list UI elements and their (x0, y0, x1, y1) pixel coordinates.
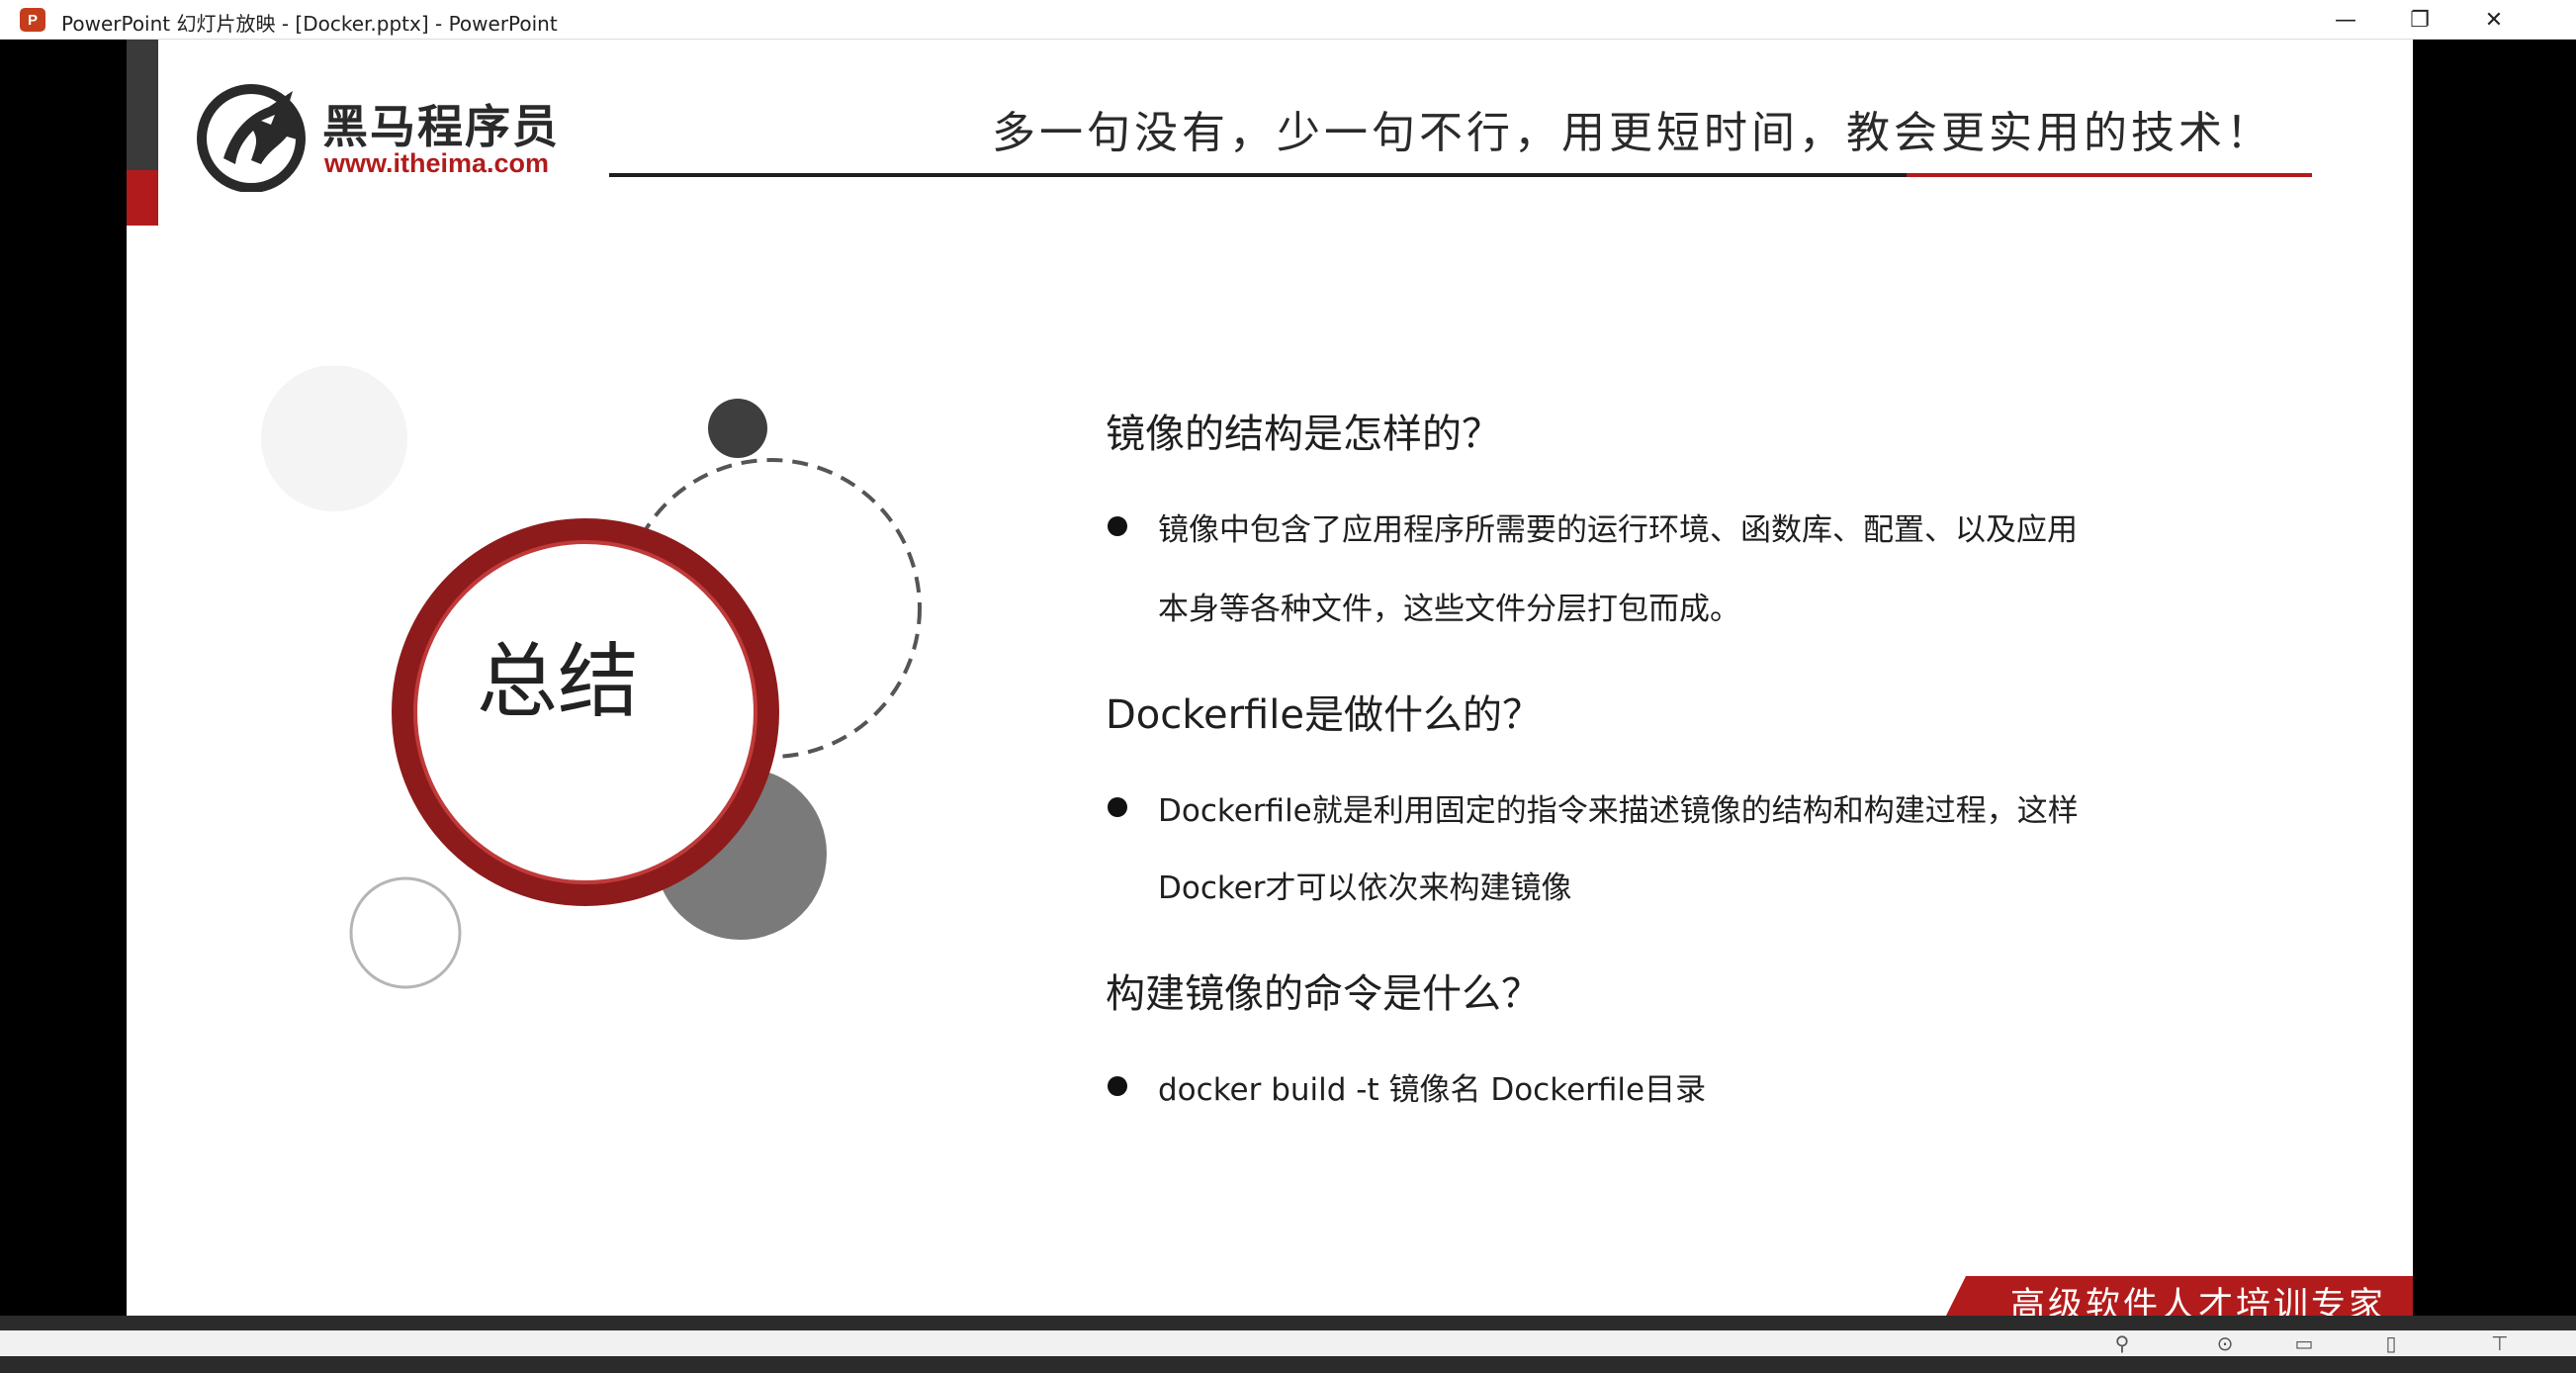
search-icon[interactable]: ⚲ (2104, 1328, 2140, 1358)
logo-name: 黑马程序员 (322, 100, 560, 153)
footer-tagline: 高级软件人才培训专家 (2010, 1286, 2387, 1316)
question-image-structure: 镜像的结构是怎样的？ (1106, 412, 1501, 457)
camera-icon[interactable]: ⊙ (2207, 1328, 2243, 1358)
left-accent-strip (127, 40, 158, 170)
bullet-point (1108, 797, 1127, 817)
slideshow-progress-bar[interactable] (0, 1330, 2576, 1356)
close-button[interactable]: ✕ (2457, 0, 2531, 40)
answer-line: 镜像中包含了应用程序所需要的运行环境、函数库、配置、以及应用 (1158, 512, 2078, 548)
horse-logo-icon (197, 84, 306, 192)
powerpoint-app-icon: P (20, 8, 45, 32)
logo-url: www.itheima.com (324, 148, 550, 178)
summary-title: 总结 (476, 635, 639, 729)
reading-view-icon[interactable]: ▯ (2373, 1328, 2409, 1358)
answer-line: 本身等各种文件，这些文件分层打包而成。 (1158, 592, 1740, 627)
slogan: 多一句没有，少一句不行，用更短时间，教会更实用的技术！ (992, 108, 2273, 158)
answer-line: Docker才可以依次来构建镜像 (1158, 870, 1572, 906)
answer-line: Dockerfile就是利用固定的指令来描述镜像的结构和构建过程，这样 (1158, 793, 2079, 829)
slideshow-icon[interactable]: ⊤ (2482, 1328, 2518, 1358)
window-title: PowerPoint 幻灯片放映 - [Docker.pptx] - Power… (61, 12, 558, 36)
restore-button[interactable]: ❐ (2383, 0, 2456, 40)
question-dockerfile: Dockerfile是做什么的？ (1106, 692, 1542, 738)
minimize-button[interactable]: — (2309, 0, 2382, 40)
answer-line: docker build -t 镜像名 Dockerfile目录 (1158, 1072, 1707, 1108)
question-build-command: 构建镜像的命令是什么？ (1106, 971, 1541, 1017)
bullet-point (1108, 1076, 1127, 1096)
bullet-point (1108, 516, 1127, 536)
normal-view-icon[interactable]: ▭ (2286, 1328, 2322, 1358)
header-divider-red (1907, 173, 2312, 177)
left-accent-strip-red (127, 170, 158, 226)
window-title-bar: P PowerPoint 幻灯片放映 - [Docker.pptx] - Pow… (0, 0, 2576, 40)
slide-canvas[interactable]: 黑马程序员 www.itheima.com 多一句没有，少一句不行，用更短时间，… (127, 40, 2413, 1316)
